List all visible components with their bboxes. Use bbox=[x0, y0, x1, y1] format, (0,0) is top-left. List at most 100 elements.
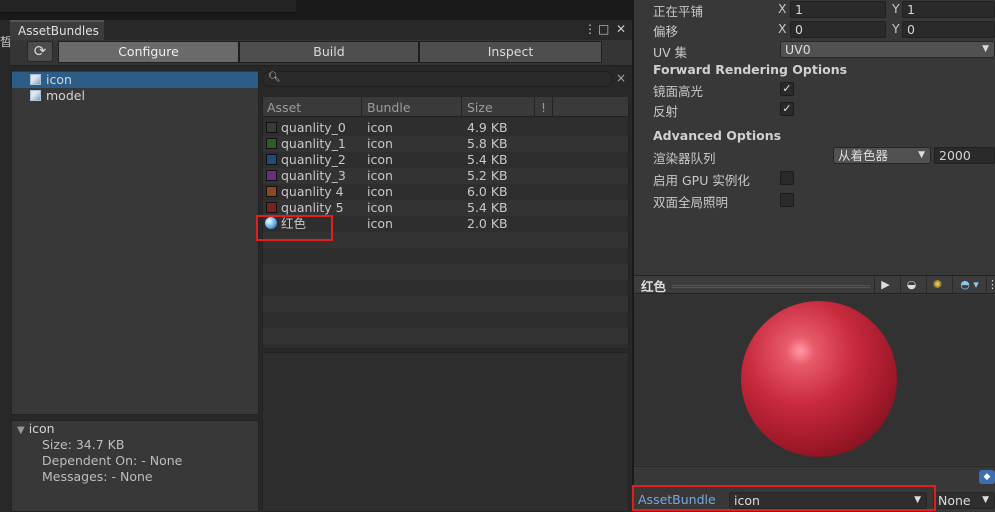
search-clear-icon[interactable]: × bbox=[616, 71, 626, 85]
cube-icon bbox=[30, 90, 41, 101]
search-icon: 🔍︎ bbox=[268, 72, 281, 83]
col-size[interactable]: Size bbox=[467, 100, 493, 115]
uv-set-value: UV0 bbox=[785, 42, 811, 57]
info-title-text: icon bbox=[28, 421, 55, 436]
table-row[interactable]: quanlity_0 icon 4.9 KB bbox=[263, 120, 628, 136]
table-row bbox=[263, 312, 628, 328]
tab-assetbundles[interactable]: AssetBundles bbox=[10, 20, 104, 40]
reflection-label: 反射 bbox=[653, 104, 679, 119]
cell-size: 5.8 KB bbox=[467, 136, 508, 151]
reflection-checkbox[interactable]: ✓ bbox=[780, 102, 794, 116]
tiling-x-field[interactable]: 1 bbox=[790, 1, 886, 18]
table-row[interactable]: quanlity_2 icon 5.4 KB bbox=[263, 152, 628, 168]
maximize-icon[interactable]: □ bbox=[598, 22, 609, 36]
table-row bbox=[263, 328, 628, 344]
tiling-y-field[interactable]: 1 bbox=[902, 1, 995, 18]
cell-name: quanlity 5 bbox=[281, 200, 344, 215]
material-sphere bbox=[741, 301, 897, 457]
top-strip bbox=[0, 0, 632, 20]
bundle-tree-panel bbox=[11, 70, 259, 415]
variant-value: None bbox=[938, 493, 971, 508]
render-queue-source: 从着色器 bbox=[838, 148, 889, 163]
table-row[interactable]: quanlity_1 icon 5.8 KB bbox=[263, 136, 628, 152]
cell-name: quanlity_2 bbox=[281, 152, 346, 167]
tiling-y-label: Y bbox=[892, 1, 900, 16]
asset-detail-panel bbox=[262, 352, 629, 512]
highlight-box bbox=[256, 215, 333, 241]
chevron-down-icon: ▼ bbox=[982, 495, 989, 505]
tree-item-model[interactable]: model bbox=[12, 88, 258, 104]
variant-dropdown[interactable]: None ▼ bbox=[933, 492, 995, 509]
gpu-instancing-label: 启用 GPU 实例化 bbox=[653, 173, 750, 188]
tiling-x-label: X bbox=[778, 1, 787, 16]
tree-item-label: model bbox=[46, 88, 85, 103]
cell-size: 5.4 KB bbox=[467, 152, 508, 167]
gpu-instancing-checkbox[interactable] bbox=[780, 171, 794, 185]
info-title[interactable]: ▼ icon bbox=[17, 421, 55, 436]
more-icon[interactable]: ⋮ bbox=[986, 276, 995, 293]
light-icon[interactable]: ✺ bbox=[926, 276, 948, 293]
col-bundle[interactable]: Bundle bbox=[367, 100, 411, 115]
cell-size: 2.0 KB bbox=[467, 216, 508, 231]
tab-configure[interactable]: Configure bbox=[58, 41, 239, 63]
table-header bbox=[263, 97, 628, 117]
advanced-options-title: Advanced Options bbox=[653, 128, 782, 143]
texture-icon bbox=[266, 186, 277, 197]
tab-build[interactable]: Build bbox=[239, 41, 419, 63]
triangle-down-icon: ▼ bbox=[17, 425, 25, 436]
tree-item-label: icon bbox=[46, 72, 72, 87]
cell-bundle: icon bbox=[367, 216, 393, 231]
search-input[interactable] bbox=[262, 71, 613, 87]
uv-set-dropdown[interactable]: UV0 ▼ bbox=[780, 41, 995, 58]
cell-bundle: icon bbox=[367, 200, 393, 215]
specular-checkbox[interactable]: ✓ bbox=[780, 82, 794, 96]
table-row bbox=[263, 248, 628, 264]
cell-name: quanlity_1 bbox=[281, 136, 346, 151]
info-size: Size: 34.7 KB bbox=[42, 437, 125, 452]
info-dependent: Dependent On: - None bbox=[42, 453, 183, 468]
offset-x-field[interactable]: 0 bbox=[790, 21, 886, 38]
cell-bundle: icon bbox=[367, 184, 393, 199]
table-row bbox=[263, 296, 628, 312]
label-tag-icon[interactable]: ◆ bbox=[979, 470, 995, 484]
offset-y-label: Y bbox=[892, 21, 900, 36]
preview-drag-handle[interactable] bbox=[672, 285, 870, 288]
chevron-down-icon: ▼ bbox=[918, 150, 925, 160]
render-queue-field[interactable]: 2000 bbox=[934, 147, 995, 164]
table-row[interactable]: quanlity 4 icon 6.0 KB bbox=[263, 184, 628, 200]
table-row[interactable]: quanlity_3 icon 5.2 KB bbox=[263, 168, 628, 184]
cell-bundle: icon bbox=[367, 120, 393, 135]
more-options-icon[interactable]: ⋮ bbox=[584, 22, 596, 36]
refresh-icon: ⟳ bbox=[33, 42, 47, 60]
double-sided-gi-label: 双面全局照明 bbox=[653, 195, 729, 210]
render-queue-label: 渲染器队列 bbox=[653, 151, 716, 166]
col-asset[interactable]: Asset bbox=[267, 100, 301, 115]
texture-icon bbox=[266, 122, 277, 133]
render-queue-dropdown[interactable]: 从着色器 ▼ bbox=[833, 147, 931, 164]
cell-name: quanlity_3 bbox=[281, 168, 346, 183]
cell-size: 4.9 KB bbox=[467, 120, 508, 135]
play-button[interactable]: ▶ bbox=[874, 276, 896, 293]
col-warning[interactable]: ! bbox=[541, 100, 546, 115]
edge-fragment: 晳 bbox=[0, 35, 10, 49]
offset-y-field[interactable]: 0 bbox=[902, 21, 995, 38]
skybox-sphere-icon[interactable]: ◓ ▾ bbox=[952, 276, 986, 293]
chevron-down-icon: ▼ bbox=[982, 44, 989, 54]
offset-label: 偏移 bbox=[653, 24, 679, 39]
cell-size: 6.0 KB bbox=[467, 184, 508, 199]
specular-label: 镜面高光 bbox=[653, 84, 704, 99]
cell-bundle: icon bbox=[367, 136, 393, 151]
texture-icon bbox=[266, 138, 277, 149]
double-sided-gi-checkbox[interactable] bbox=[780, 193, 794, 207]
cell-name: quanlity 4 bbox=[281, 184, 344, 199]
refresh-button[interactable]: ⟳ bbox=[27, 41, 53, 62]
tree-item-icon[interactable]: icon bbox=[12, 72, 258, 88]
sphere-mesh-icon[interactable]: ◒ bbox=[900, 276, 922, 293]
close-icon[interactable]: ✕ bbox=[616, 22, 626, 36]
table-row[interactable]: quanlity 5 icon 5.4 KB bbox=[263, 200, 628, 216]
cell-size: 5.4 KB bbox=[467, 200, 508, 215]
texture-icon bbox=[266, 154, 277, 165]
forward-rendering-title: Forward Rendering Options bbox=[653, 62, 848, 77]
table-row bbox=[263, 280, 628, 296]
tab-inspect[interactable]: Inspect bbox=[419, 41, 602, 63]
